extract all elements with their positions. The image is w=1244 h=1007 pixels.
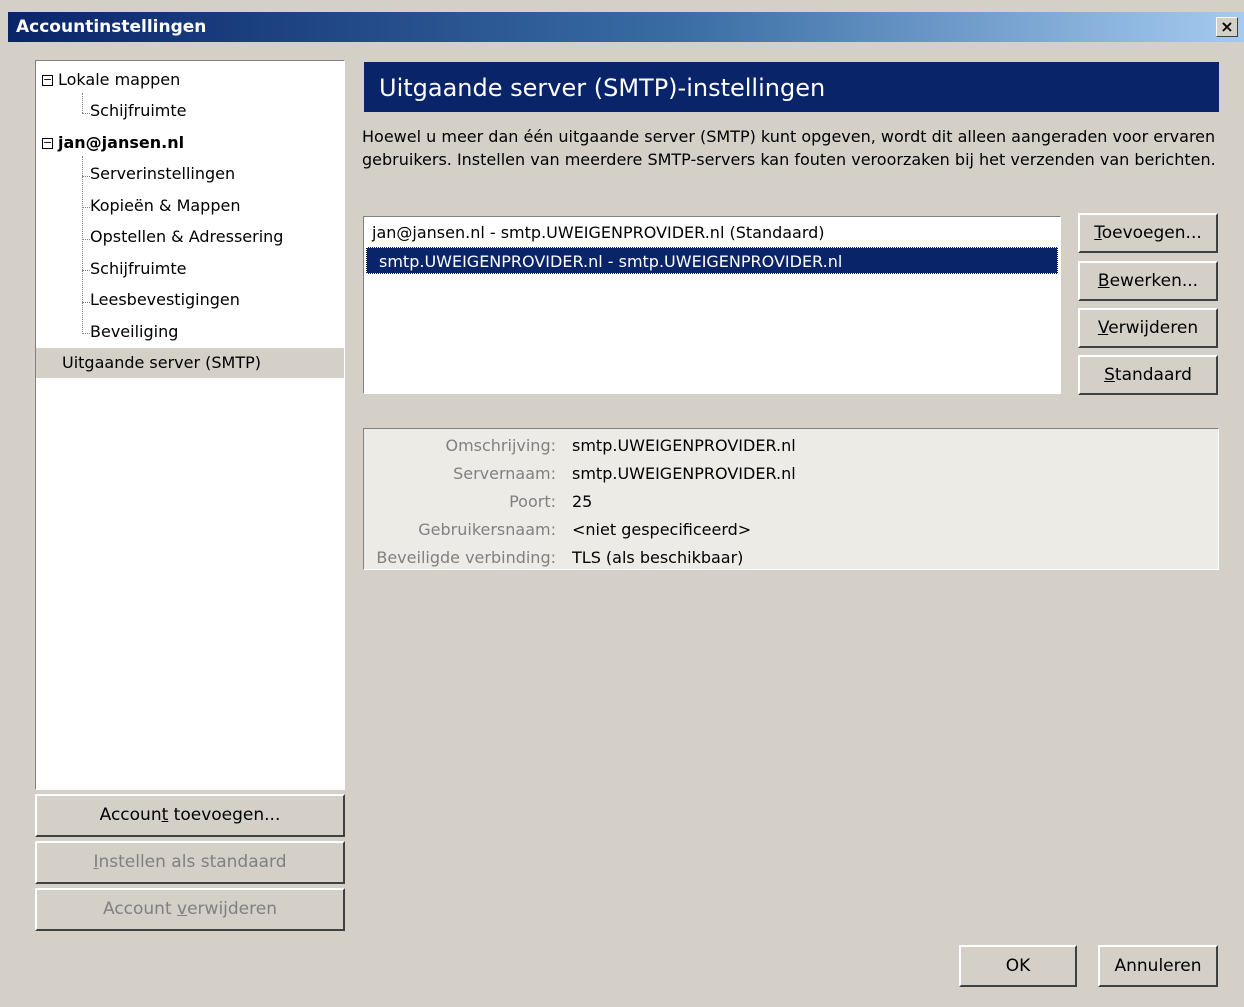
tree-item-server-settings[interactable]: Serverinstellingen — [90, 159, 235, 189]
detail-row: Gebruikersnaam: <niet gespecificeerd> — [364, 516, 1218, 544]
tree-item-label: Serverinstellingen — [90, 164, 236, 183]
tree-line — [82, 270, 90, 271]
add-account-button[interactable]: Account toevoegen... — [35, 794, 345, 837]
tree-line — [82, 176, 90, 177]
close-button[interactable]: × — [1216, 17, 1238, 37]
list-item-label: jan@jansen.nl - smtp.UWEIGENPROVIDER.nl … — [372, 223, 825, 242]
tree-item-label: Lokale mappen — [58, 70, 181, 89]
ok-button[interactable]: OK — [959, 945, 1077, 987]
tree-item-label: Opstellen & Adressering — [90, 227, 284, 246]
tree-line — [82, 93, 83, 113]
access-key: S — [1104, 365, 1115, 385]
detail-label: Beveiligde verbinding: — [376, 548, 556, 567]
button-label: toevoegen... — [168, 805, 281, 825]
detail-row: Poort: 25 — [364, 488, 1218, 516]
button-label: erwijderen — [1108, 318, 1199, 338]
detail-value: 25 — [572, 492, 593, 511]
detail-label: Omschrijving: — [445, 436, 556, 455]
edit-server-button[interactable]: Bewerken... — [1078, 261, 1218, 301]
access-key: T — [1094, 223, 1102, 243]
tree-line — [82, 239, 90, 240]
collapse-icon[interactable]: − — [42, 74, 53, 86]
tree-item-local-disk-space[interactable]: Schijfruimte — [90, 96, 186, 126]
button-label: oevoegen... — [1101, 223, 1202, 243]
access-key: V — [1097, 318, 1109, 338]
title-bar: Accountinstellingen × — [8, 12, 1244, 42]
detail-label: Servernaam: — [453, 464, 556, 483]
detail-label: Gebruikersnaam: — [418, 520, 556, 539]
smtp-server-list[interactable]: jan@jansen.nl - smtp.UWEIGENPROVIDER.nl … — [363, 216, 1061, 394]
close-icon: × — [1220, 17, 1234, 36]
tree-line — [82, 156, 83, 334]
button-label: erwijderen — [187, 899, 277, 919]
tree-item-label: Kopieën & Mappen — [90, 196, 241, 215]
tree-item-copies-folders[interactable]: Kopieën & Mappen — [90, 191, 240, 221]
detail-value: smtp.UWEIGENPROVIDER.nl — [572, 436, 796, 455]
tree-item-outgoing-server[interactable]: Uitgaande server (SMTP) — [36, 348, 344, 378]
button-label: nstellen als standaard — [98, 852, 287, 872]
detail-row: Beveiligde verbinding: TLS (als beschikb… — [364, 544, 1218, 572]
tree-item-label: Schijfruimte — [90, 259, 187, 278]
tree-item-label: Schijfruimte — [90, 101, 187, 120]
detail-value: TLS (als beschikbaar) — [572, 548, 744, 567]
list-item[interactable]: smtp.UWEIGENPROVIDER.nl - smtp.UWEIGENPR… — [366, 247, 1058, 274]
tree-item-composition[interactable]: Opstellen & Adressering — [90, 222, 283, 252]
tree-line — [82, 302, 90, 303]
list-item[interactable]: jan@jansen.nl - smtp.UWEIGENPROVIDER.nl … — [372, 219, 825, 246]
collapse-icon[interactable]: − — [42, 137, 53, 149]
access-key: v — [177, 899, 188, 919]
account-tree[interactable]: − Lokale mappen Schijfruimte − jan@janse… — [35, 60, 345, 790]
button-label: Accoun — [99, 805, 162, 825]
remove-server-button[interactable]: Verwijderen — [1078, 308, 1218, 348]
cancel-button[interactable]: Annuleren — [1098, 945, 1218, 987]
add-server-button[interactable]: Toevoegen... — [1078, 213, 1218, 253]
tree-item-disk-space[interactable]: Schijfruimte — [90, 254, 186, 284]
button-label: OK — [1005, 956, 1031, 976]
button-label: ewerken... — [1109, 271, 1199, 291]
window-title: Accountinstellingen — [16, 17, 207, 37]
tree-item-return-receipts[interactable]: Leesbevestigingen — [90, 285, 240, 315]
detail-value: smtp.UWEIGENPROVIDER.nl — [572, 464, 796, 483]
server-details: Omschrijving: smtp.UWEIGENPROVIDER.nl Se… — [363, 428, 1219, 570]
remove-account-button[interactable]: Account verwijderen — [35, 888, 345, 931]
detail-row: Servernaam: smtp.UWEIGENPROVIDER.nl — [364, 460, 1218, 488]
section-title: Uitgaande server (SMTP)-instellingen — [364, 62, 1219, 112]
tree-line — [82, 207, 90, 208]
set-default-button[interactable]: Instellen als standaard — [35, 841, 345, 884]
tree-line — [82, 113, 90, 114]
tree-item-label: Beveiliging — [90, 322, 179, 341]
tree-item-label: Leesbevestigingen — [90, 290, 240, 309]
button-label: Annuleren — [1114, 956, 1202, 976]
detail-value: <niet gespecificeerd> — [572, 520, 752, 539]
tree-item-label: jan@jansen.nl — [58, 133, 185, 152]
button-label: Account — [102, 899, 178, 919]
tree-item-security[interactable]: Beveiliging — [90, 317, 178, 347]
section-description: Hoewel u meer dan één uitgaande server (… — [362, 127, 1216, 169]
detail-label: Poort: — [509, 492, 556, 511]
tree-line — [82, 333, 90, 334]
detail-row: Omschrijving: smtp.UWEIGENPROVIDER.nl — [364, 432, 1218, 460]
button-label: tandaard — [1114, 365, 1192, 385]
access-key: B — [1097, 271, 1110, 291]
set-default-server-button[interactable]: Standaard — [1078, 355, 1218, 395]
tree-item-label: Uitgaande server (SMTP) — [62, 353, 262, 372]
list-item-label: smtp.UWEIGENPROVIDER.nl - smtp.UWEIGENPR… — [379, 252, 843, 271]
